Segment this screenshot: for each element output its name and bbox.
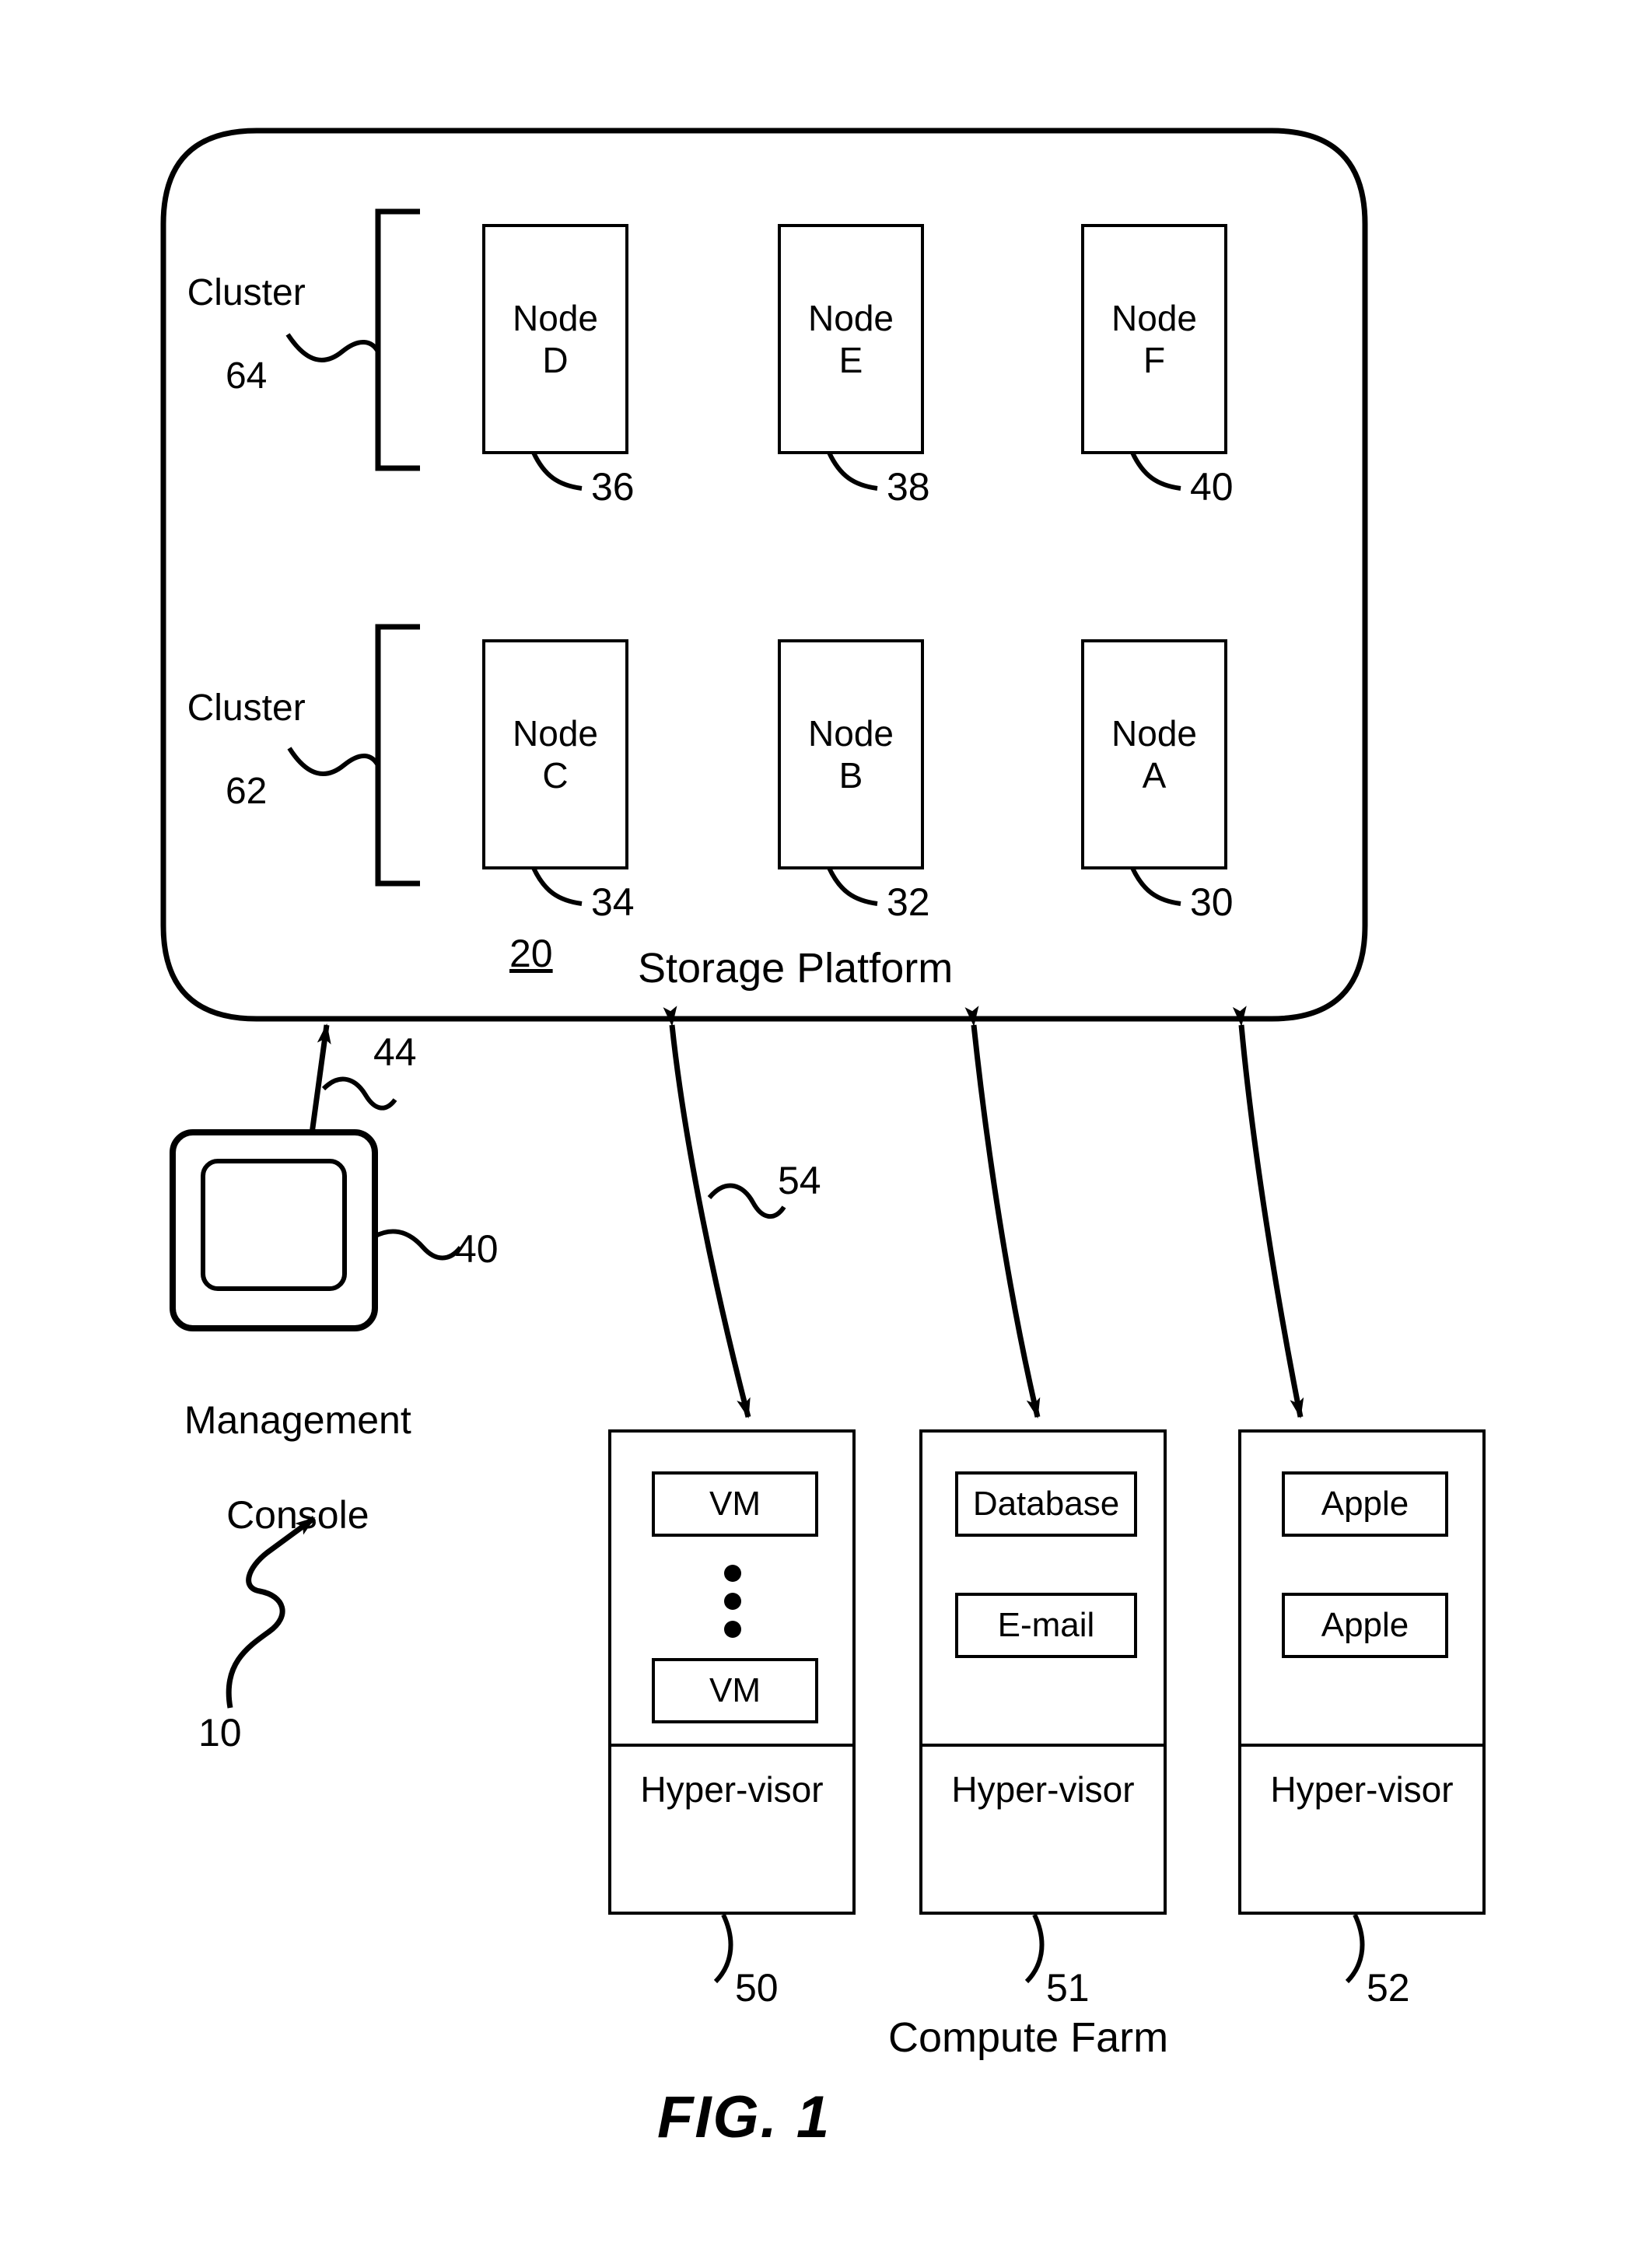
node-30-leader [1130,866,1181,906]
management-console-label: Management Console [117,1349,436,1587]
node-box-c[interactable]: Node C [482,639,628,869]
node-36-leader [531,451,583,491]
farm-arrow-51 [964,1006,1041,1419]
node-e-ref: 38 [887,465,930,509]
app-label-apple-1: Apple [1321,1485,1409,1523]
storage-platform-ref: 20 [509,932,553,975]
node-d-name: Node [513,298,598,338]
farm-arrow-52 [1232,1006,1304,1419]
node-b-id: B [838,755,863,796]
node-box-e[interactable]: Node E [778,224,924,454]
node-b-ref: 32 [887,880,930,924]
node-b-name: Node [808,713,894,754]
node-f-ref: 40 [1190,465,1234,509]
node-32-leader [827,866,878,906]
ref-44-leader [321,1076,397,1111]
node-a-name: Node [1111,713,1197,754]
hypervisor-label-51: Hyper-visor [951,1769,1135,1810]
server-box-51[interactable]: Database E-mail Hyper-visor [919,1429,1167,1915]
cluster-64-label: Cluster 64 [140,230,311,439]
server-box-52[interactable]: Apple Apple Hyper-visor [1238,1429,1486,1915]
hypervisor-label-50: Hyper-visor [640,1769,824,1810]
node-c-ref: 34 [591,880,635,924]
management-console-label-line2: Console [226,1493,369,1537]
cluster-62-label: Cluster 62 [140,645,311,855]
ref-51-leader [1024,1913,1045,1984]
app-label-vm-1: VM [709,1485,761,1523]
hypervisor-section-50: Hyper-visor [608,1744,856,1915]
app-box-vm-1[interactable]: VM [652,1471,818,1537]
compute-farm-label: Compute Farm [888,2014,1169,2061]
app-label-email: E-mail [997,1606,1095,1644]
hypervisor-label-52: Hyper-visor [1270,1769,1454,1810]
figure-caption: FIG. 1 [657,2084,831,2150]
cluster-64-bracket [375,208,420,471]
node-e-name: Node [808,298,894,338]
node-b-text: Node B [808,712,894,796]
cluster-62-name: Cluster [187,687,306,729]
ref-54-leader [707,1183,786,1219]
patent-figure-1: Cluster 64 Cluster 62 Node D 36 Node E 3… [0,0,1652,2246]
node-f-id: F [1143,340,1166,380]
system-ref-label: 10 [198,1711,242,1754]
hypervisor-section-51: Hyper-visor [919,1744,1167,1915]
management-console-screen [201,1159,347,1291]
node-box-b[interactable]: Node B [778,639,924,869]
ref-44-label: 44 [373,1030,417,1074]
node-d-ref: 36 [591,465,635,509]
cluster-64-name: Cluster [187,271,306,313]
node-40-leader [1130,451,1181,491]
node-d-text: Node D [513,297,598,381]
server-box-50[interactable]: VM VM Hyper-visor [608,1429,856,1915]
app-box-vm-2[interactable]: VM [652,1658,818,1723]
ref-54-label: 54 [778,1159,821,1202]
console-platform-arrow [301,1023,331,1159]
node-c-text: Node C [513,712,598,796]
node-a-text: Node A [1111,712,1197,796]
server-52-ref: 52 [1367,1966,1410,2010]
app-box-database[interactable]: Database [955,1471,1137,1537]
node-c-id: C [542,755,569,796]
node-a-ref: 30 [1190,880,1234,924]
storage-platform-title: Storage Platform [638,945,954,992]
app-label-vm-2: VM [709,1671,761,1709]
node-a-id: A [1142,755,1167,796]
server-50-ref: 50 [735,1966,779,2010]
management-console-device[interactable] [170,1129,378,1331]
ellipsis-vertical-icon [724,1565,741,1638]
ref-50-leader [713,1913,733,1984]
node-e-id: E [838,340,863,380]
node-c-name: Node [513,713,598,754]
app-box-apple-2[interactable]: Apple [1282,1593,1448,1658]
hypervisor-section-52: Hyper-visor [1238,1744,1486,1915]
node-box-a[interactable]: Node A [1081,639,1227,869]
node-e-text: Node E [808,297,894,381]
ref-40-console-leader [373,1229,463,1261]
node-34-leader [531,866,583,906]
app-label-apple-2: Apple [1321,1606,1409,1644]
cluster-64-ref: 64 [225,355,268,397]
app-box-email[interactable]: E-mail [955,1593,1137,1658]
node-box-d[interactable]: Node D [482,224,628,454]
ref-52-leader [1345,1913,1365,1984]
node-f-name: Node [1111,298,1197,338]
cluster-62-bracket [375,624,420,887]
app-label-database: Database [972,1485,1120,1523]
management-console-ref: 40 [455,1227,499,1271]
management-console-label-line1: Management [184,1398,411,1442]
app-box-apple-1[interactable]: Apple [1282,1471,1448,1537]
cluster-62-ref: 62 [225,771,268,813]
node-38-leader [827,451,878,491]
node-d-id: D [542,340,569,380]
farm-arrow-50 [663,1006,751,1419]
node-box-f[interactable]: Node F [1081,224,1227,454]
server-51-ref: 51 [1046,1966,1090,2010]
node-f-text: Node F [1111,297,1197,381]
